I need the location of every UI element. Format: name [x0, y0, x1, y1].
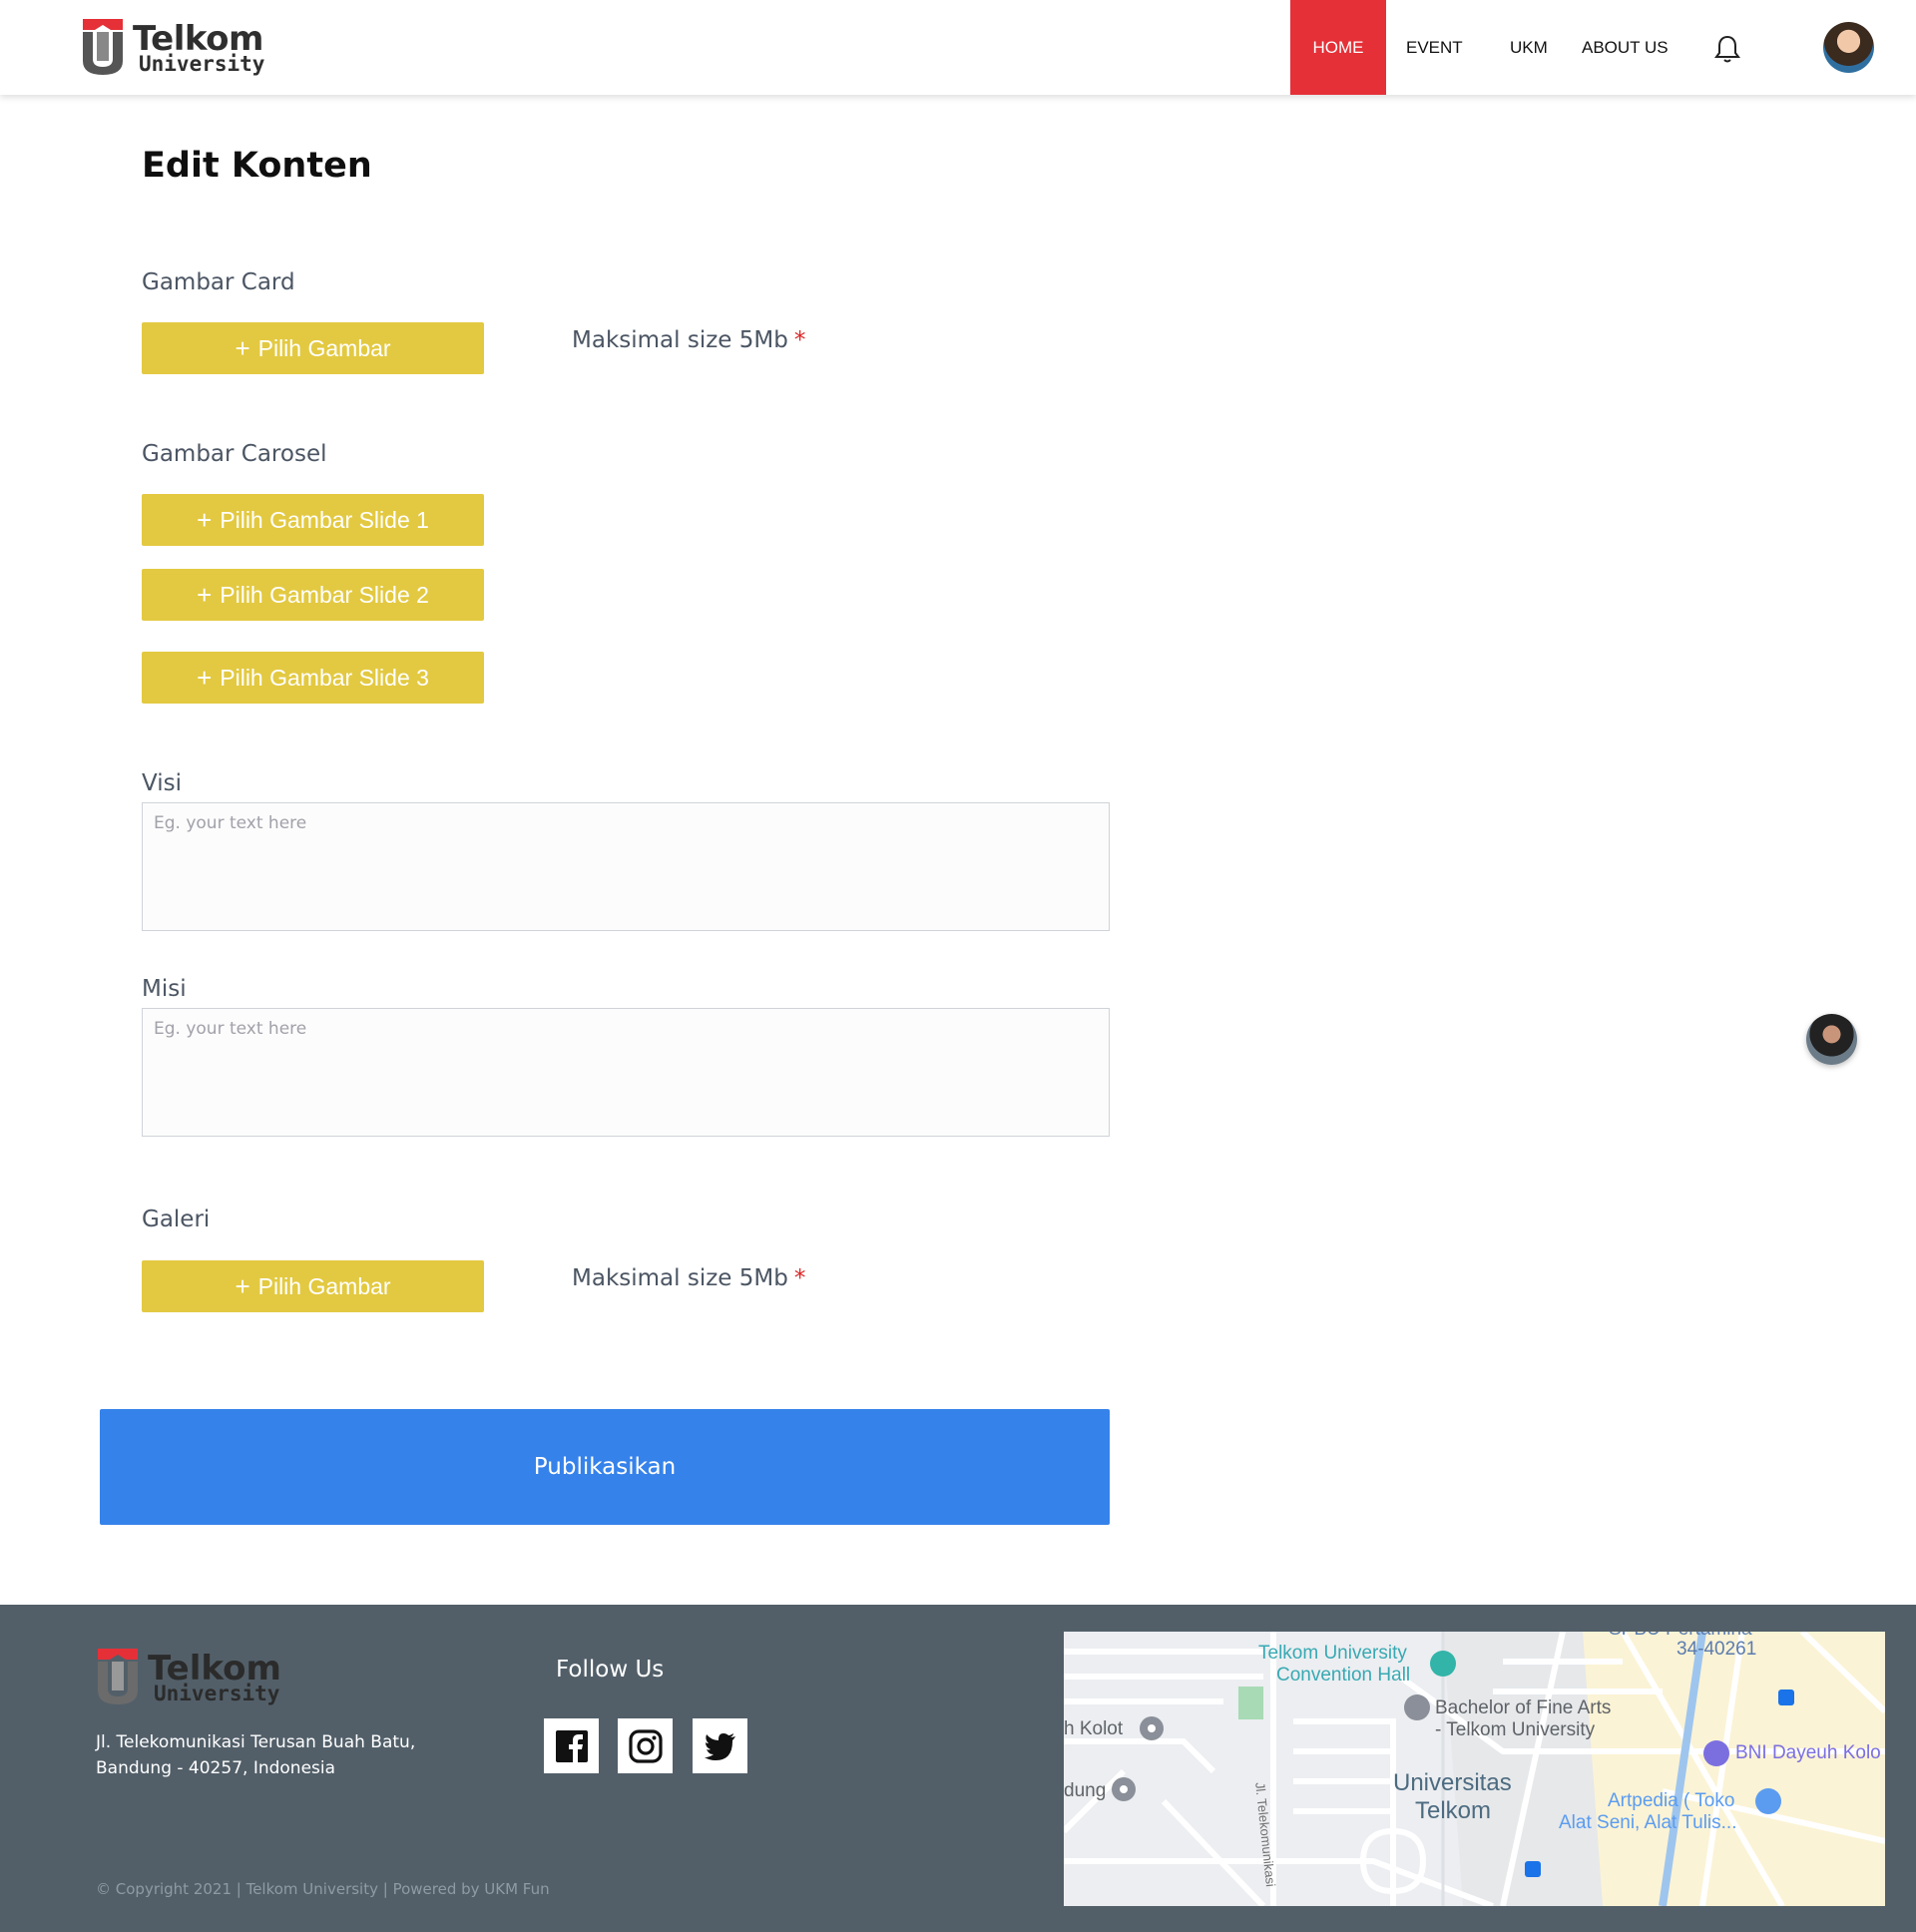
facebook-glyph-icon — [555, 1729, 588, 1762]
map-label-bni: BNI Dayeuh Kolo — [1735, 1742, 1881, 1763]
map-label-artpedia-2: Alat Seni, Alat Tulis... — [1559, 1812, 1737, 1833]
visi-label: Visi — [142, 770, 182, 796]
user-avatar[interactable] — [1823, 22, 1874, 73]
map-label-spbu: SPBU Pertamina — [1609, 1632, 1752, 1640]
address-line-2: Bandung - 40257, Indonesia — [96, 1758, 336, 1778]
map-label-dung: dung — [1064, 1780, 1107, 1801]
facebook-icon[interactable] — [544, 1718, 599, 1773]
required-mark: * — [793, 327, 806, 353]
map-label-kolot: h Kolot — [1064, 1718, 1124, 1739]
map-label-fine-arts-1: Bachelor of Fine Arts — [1435, 1697, 1612, 1718]
gambar-carosel-label: Gambar Carosel — [142, 441, 327, 467]
bell-icon[interactable] — [1713, 34, 1741, 64]
telkom-logo-mark-icon — [83, 19, 123, 75]
top-navbar: Telkom University HOME EVENT UKM ABOUT U… — [0, 0, 1916, 95]
required-mark: * — [793, 1265, 806, 1291]
logo-text-university: University — [154, 1682, 280, 1705]
twitter-icon[interactable] — [693, 1718, 747, 1773]
plus-icon: + — [235, 332, 250, 363]
pilih-gambar-slide-1-button[interactable]: + Pilih Gambar Slide 1 — [142, 494, 484, 546]
map-label-universitas: Universitas — [1393, 1769, 1512, 1796]
telkom-logo[interactable]: Telkom University — [81, 17, 264, 79]
pilih-gambar-slide-2-button[interactable]: + Pilih Gambar Slide 2 — [142, 569, 484, 621]
visi-textarea[interactable] — [142, 802, 1110, 931]
chat-avatar[interactable] — [1806, 1014, 1857, 1065]
logo-text-university: University — [139, 52, 265, 76]
plus-icon: + — [197, 504, 213, 535]
publikasikan-button[interactable]: Publikasikan — [100, 1409, 1110, 1525]
card-size-hint: Maksimal size 5Mb * — [572, 327, 805, 353]
plus-icon: + — [235, 1270, 250, 1301]
instagram-icon[interactable] — [618, 1718, 673, 1773]
button-label: Pilih Gambar Slide 2 — [220, 581, 429, 608]
page-title: Edit Konten — [142, 146, 372, 186]
nav-home[interactable]: HOME — [1290, 0, 1386, 95]
copyright-text: © Copyright 2021 | Telkom University | P… — [96, 1880, 550, 1898]
pilih-gambar-slide-3-button[interactable]: + Pilih Gambar Slide 3 — [142, 652, 484, 704]
map-label-postal: 34-40261 — [1676, 1639, 1757, 1660]
galeri-size-hint: Maksimal size 5Mb * — [572, 1265, 805, 1291]
misi-textarea[interactable] — [142, 1008, 1110, 1137]
address-line-1: Jl. Telekomunikasi Terusan Buah Batu, — [96, 1732, 416, 1752]
map-label-fine-arts-2: - Telkom University — [1435, 1719, 1596, 1740]
nav-ukm[interactable]: UKM — [1510, 0, 1548, 95]
galeri-label: Galeri — [142, 1207, 211, 1232]
map-label-artpedia-1: Artpedia ( Toko — [1608, 1790, 1735, 1811]
button-label: Pilih Gambar Slide 3 — [220, 664, 429, 691]
map-label-telkom: Telkom — [1415, 1797, 1492, 1824]
pilih-gambar-galeri-button[interactable]: + Pilih Gambar — [142, 1260, 484, 1312]
gambar-card-label: Gambar Card — [142, 269, 295, 295]
telkom-logo-mark-icon — [98, 1649, 138, 1704]
location-map[interactable]: Telkom University Convention Hall Bachel… — [1064, 1632, 1885, 1906]
plus-icon: + — [197, 579, 213, 610]
footer-address: Jl. Telekomunikasi Terusan Buah Batu, Ba… — [96, 1729, 415, 1781]
button-label: Pilih Gambar — [257, 334, 391, 361]
size-hint-text: Maksimal size 5Mb — [572, 1265, 788, 1291]
plus-icon: + — [197, 662, 213, 693]
button-label: Pilih Gambar Slide 1 — [220, 506, 429, 533]
nav-event[interactable]: EVENT — [1406, 0, 1463, 95]
follow-us-heading: Follow Us — [556, 1657, 665, 1683]
nav-about-us[interactable]: ABOUT US — [1582, 0, 1669, 95]
twitter-glyph-icon — [704, 1732, 735, 1760]
size-hint-text: Maksimal size 5Mb — [572, 327, 788, 353]
map-label-convention-hall-1: Telkom University — [1258, 1643, 1407, 1664]
footer-telkom-logo: Telkom University — [96, 1647, 285, 1708]
map-label-convention-hall-2: Convention Hall — [1276, 1665, 1411, 1686]
button-label: Pilih Gambar — [257, 1272, 391, 1299]
instagram-glyph-icon — [628, 1728, 663, 1763]
misi-label: Misi — [142, 976, 187, 1002]
pilih-gambar-card-button[interactable]: + Pilih Gambar — [142, 322, 484, 374]
